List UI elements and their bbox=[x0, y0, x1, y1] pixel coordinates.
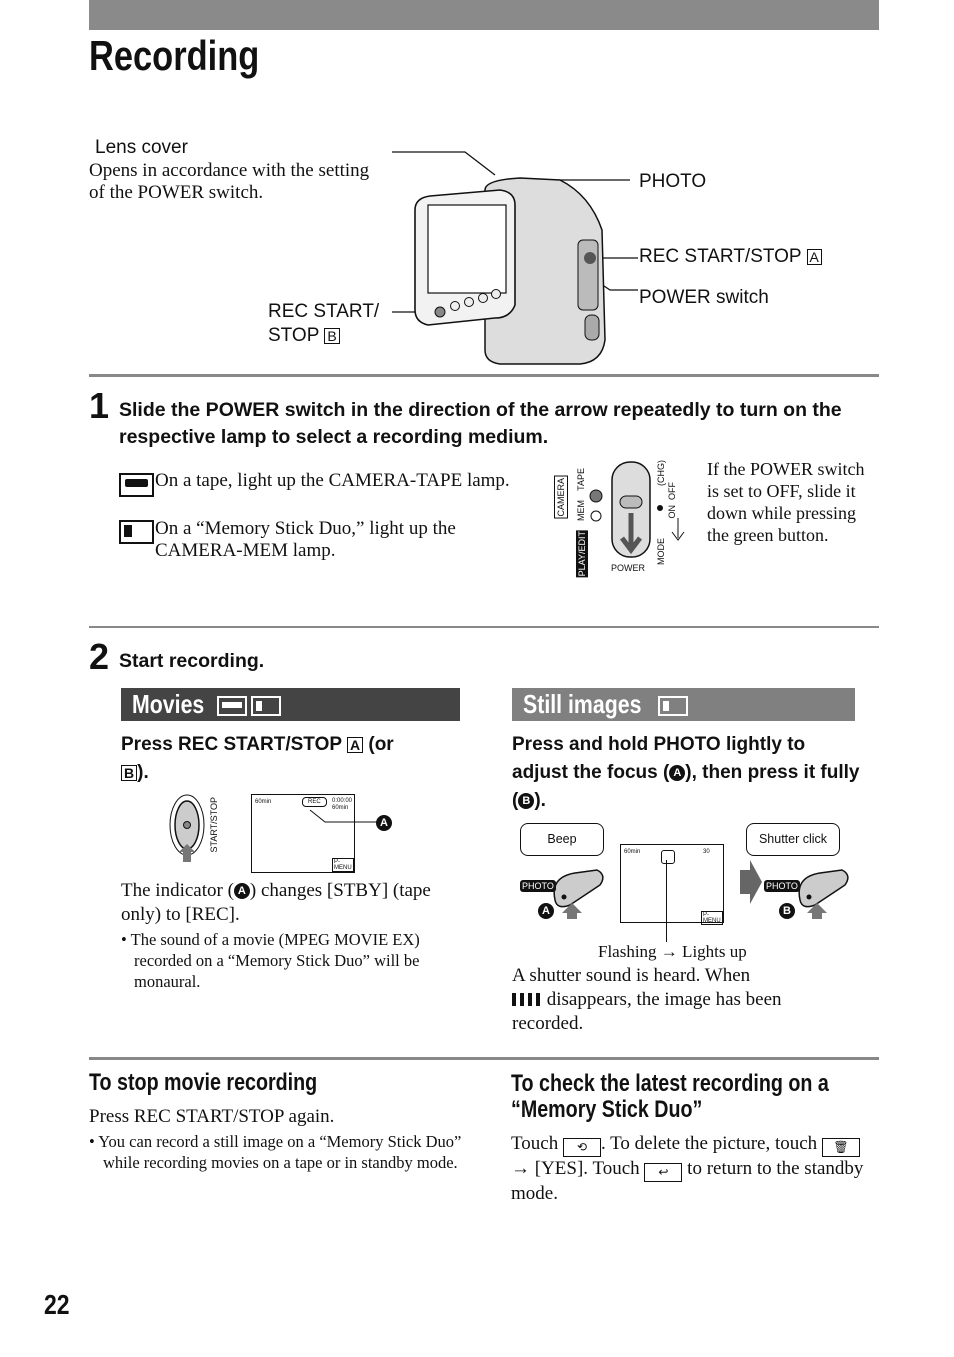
page-number: 22 bbox=[44, 1289, 70, 1320]
tape-icon bbox=[119, 473, 154, 497]
photo-lcd-screen: 60min 30 P-MENU bbox=[620, 844, 724, 925]
focus-frame-icon bbox=[661, 850, 675, 864]
desc-text: A shutter sound is heard. When bbox=[512, 965, 751, 986]
trash-icon: 🗑 bbox=[821, 1138, 860, 1157]
flashing-pointer bbox=[666, 860, 667, 942]
play-edit-label: PLAY/EDIT bbox=[576, 530, 588, 578]
movies-heading: Movies bbox=[132, 689, 205, 719]
movies-instruction: Press REC START/STOP A (or B). bbox=[121, 731, 461, 787]
instr-or: (or bbox=[368, 734, 394, 755]
stop-heading: To stop movie recording bbox=[89, 1069, 318, 1096]
still-heading-band: Still images bbox=[512, 688, 855, 721]
indicator-a: A bbox=[233, 883, 250, 899]
t3: → [YES]. Touch bbox=[511, 1158, 640, 1179]
memory-stick-icon bbox=[658, 696, 688, 716]
page-title: Recording bbox=[89, 32, 260, 79]
still-desc: A shutter sound is heard. When disappear… bbox=[512, 964, 842, 1036]
instr-text-3: ). bbox=[534, 790, 546, 811]
check-text: Touch ⟲. To delete the picture, touch 🗑 … bbox=[511, 1132, 876, 1206]
movies-heading-band: Movies bbox=[121, 688, 460, 721]
full-b: B bbox=[518, 793, 535, 809]
review-icon: ⟲ bbox=[562, 1138, 601, 1157]
lens-cover-desc-2: of the POWER switch. bbox=[89, 182, 264, 203]
bullet-text: You can record a still image on a “Memor… bbox=[98, 1132, 462, 1172]
instr-text: Press REC START/STOP bbox=[121, 734, 342, 755]
rec-start-stop-a-label: REC START/STOP A bbox=[639, 246, 822, 268]
divider bbox=[89, 1057, 879, 1060]
divider bbox=[89, 374, 879, 377]
screen-count: 30 bbox=[703, 849, 710, 855]
letter-b: B bbox=[324, 328, 340, 344]
power-off-note: If the POWER switch is set to OFF, slide… bbox=[707, 459, 865, 545]
start-stop-button-illustration bbox=[169, 794, 205, 862]
mode-label: MODE bbox=[656, 538, 666, 565]
step-number-2: 2 bbox=[89, 636, 110, 677]
callout-b: B bbox=[779, 903, 795, 919]
mem-lamp-label: MEM bbox=[576, 500, 586, 521]
tape-lamp-label: TAPE bbox=[576, 468, 586, 491]
desc-text: The indicator ( bbox=[121, 880, 234, 901]
photo-button-label: PHOTO bbox=[764, 880, 800, 892]
movies-bullet: • The sound of a movie (MPEG MOVIE EX) r… bbox=[121, 930, 420, 991]
stop-bullet: • You can record a still image on a “Mem… bbox=[89, 1132, 462, 1172]
rec-start-stop-b-label-2: STOP B bbox=[268, 325, 340, 347]
camera-illustration bbox=[392, 151, 638, 365]
screen-remaining: 60min bbox=[624, 849, 641, 855]
return-icon: ↩ bbox=[644, 1163, 683, 1182]
power-label: POWER bbox=[611, 563, 646, 573]
camera-label: CAMERA bbox=[554, 476, 568, 519]
header-bar bbox=[89, 0, 879, 30]
callout-a: A bbox=[538, 903, 554, 919]
callout-a: A bbox=[376, 815, 392, 831]
still-instruction: Press and hold PHOTO lightly to adjust t… bbox=[512, 731, 862, 815]
step-1-text: Slide the POWER switch in the direction … bbox=[119, 399, 842, 448]
lens-cover-desc-1: Opens in accordance with the setting bbox=[89, 160, 370, 181]
shutter-click-bubble: Shutter click bbox=[746, 823, 840, 856]
tape-text: On a tape, light up the CAMERA-TAPE lamp… bbox=[155, 470, 510, 491]
screen-remaining: 60min bbox=[255, 799, 272, 805]
mem-text: On a “Memory Stick Duo,” light up the CA… bbox=[155, 518, 456, 561]
rec-start-stop-b-label-1: REC START/ bbox=[268, 301, 380, 322]
memory-stick-icon bbox=[119, 520, 154, 544]
step-2-text: Start recording. bbox=[119, 650, 265, 672]
rec-b-text: STOP bbox=[268, 325, 320, 346]
lens-cover-label: Lens cover bbox=[95, 137, 188, 158]
letter-a: A bbox=[806, 249, 822, 265]
off-label: OFF bbox=[667, 482, 677, 500]
divider bbox=[89, 626, 879, 628]
step-number-1: 1 bbox=[89, 385, 110, 426]
check-heading: To check the latest recording on a “Memor… bbox=[511, 1071, 829, 1123]
flashing-label: Flashing → Lights up bbox=[598, 942, 747, 961]
photo-button-label: PHOTO bbox=[520, 880, 556, 892]
desc-text-2: disappears, the image has been recorded. bbox=[512, 989, 782, 1034]
chg-label: (CHG) bbox=[656, 460, 666, 486]
check-heading-2: “Memory Stick Duo” bbox=[511, 1096, 703, 1123]
t2: . To delete the picture, touch bbox=[600, 1133, 818, 1154]
on-label: ON bbox=[667, 505, 677, 519]
stop-text: Press REC START/STOP again. bbox=[89, 1106, 335, 1127]
screen-pmenu: P-MENU bbox=[332, 858, 354, 872]
bullet-text: The sound of a movie (MPEG MOVIE EX) rec… bbox=[130, 930, 420, 991]
letter-b: B bbox=[121, 765, 138, 781]
tape-icon bbox=[217, 696, 247, 716]
rec-a-text: REC START/STOP bbox=[639, 246, 802, 267]
movies-desc: The indicator (A) changes [STBY] (tape o… bbox=[121, 879, 451, 927]
screen-pmenu: P-MENU bbox=[701, 911, 723, 925]
start-stop-label: START/STOP bbox=[209, 797, 219, 853]
beep-bubble: Beep bbox=[520, 823, 604, 856]
focus-a: A bbox=[669, 765, 686, 781]
still-heading: Still images bbox=[523, 689, 642, 719]
memory-stick-icon bbox=[251, 696, 281, 716]
letter-a: A bbox=[346, 737, 364, 753]
photo-label: PHOTO bbox=[639, 171, 707, 192]
instr-end: ). bbox=[137, 762, 149, 783]
check-heading-1: To check the latest recording on a bbox=[511, 1070, 829, 1097]
recording-bars-icon bbox=[512, 993, 542, 1006]
power-switch-label: POWER switch bbox=[639, 287, 769, 308]
t1: Touch bbox=[511, 1133, 559, 1154]
